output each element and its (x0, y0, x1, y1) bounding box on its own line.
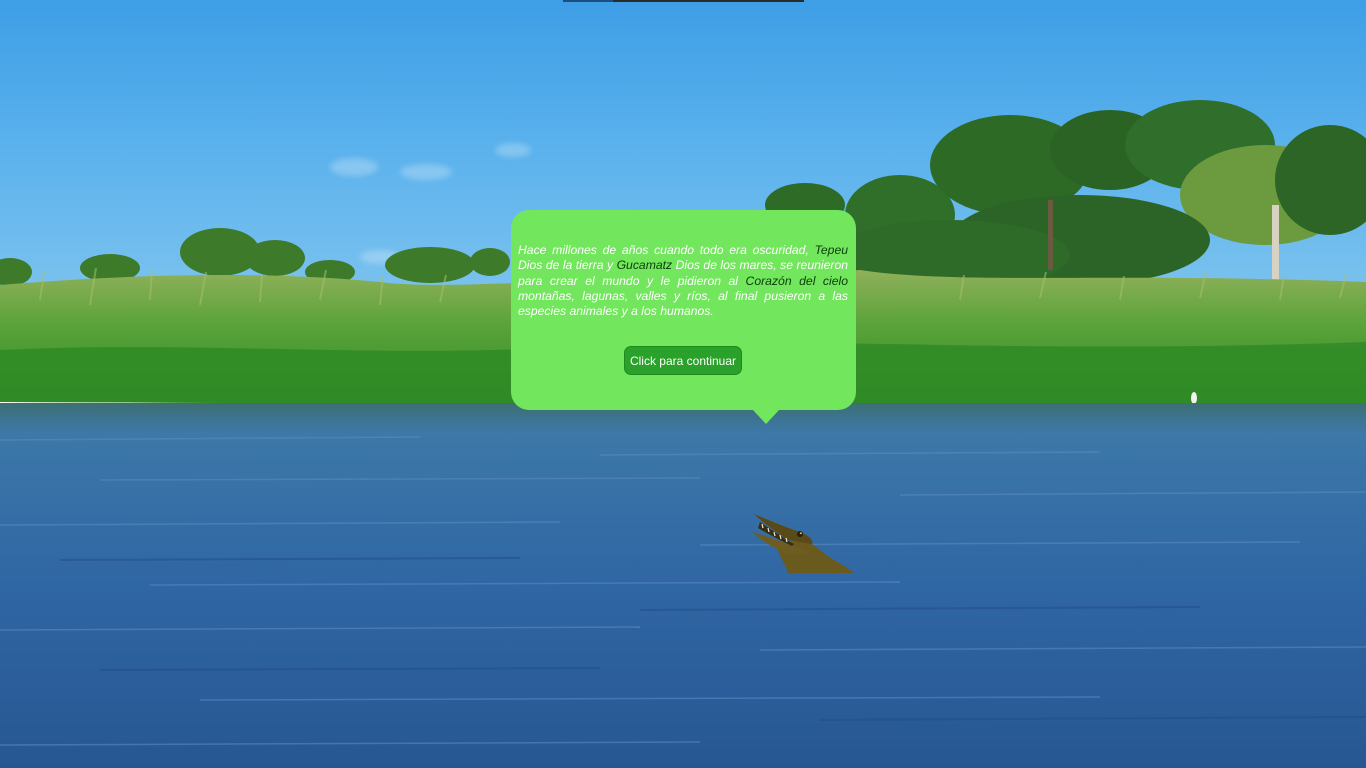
god-name-corazon-del-cielo: Corazón del cielo (745, 273, 848, 288)
story-text-part: Dios de la tierra y (518, 258, 617, 273)
continue-button[interactable]: Click para continuar (624, 346, 742, 375)
story-text: Hace millones de años cuando todo era os… (518, 243, 848, 319)
god-name-tepeu: Tepeu (814, 243, 848, 257)
speech-bubble: Hace millones de años cuando todo era os… (511, 210, 856, 410)
story-text-part: montañas, lagunas, valles y ríos, al fin… (518, 288, 848, 319)
story-text-part: Hace millones de años cuando todo era os… (518, 243, 815, 257)
game-scene: Hace millones de años cuando todo era os… (0, 0, 1366, 768)
progress-bar (563, 0, 804, 2)
speech-bubble-tail (752, 409, 780, 424)
egret-bird (1191, 392, 1197, 404)
progress-bar-fill (563, 0, 613, 2)
god-name-gucamatz: Gucamatz (616, 258, 673, 273)
crocodile-icon[interactable] (748, 510, 858, 576)
